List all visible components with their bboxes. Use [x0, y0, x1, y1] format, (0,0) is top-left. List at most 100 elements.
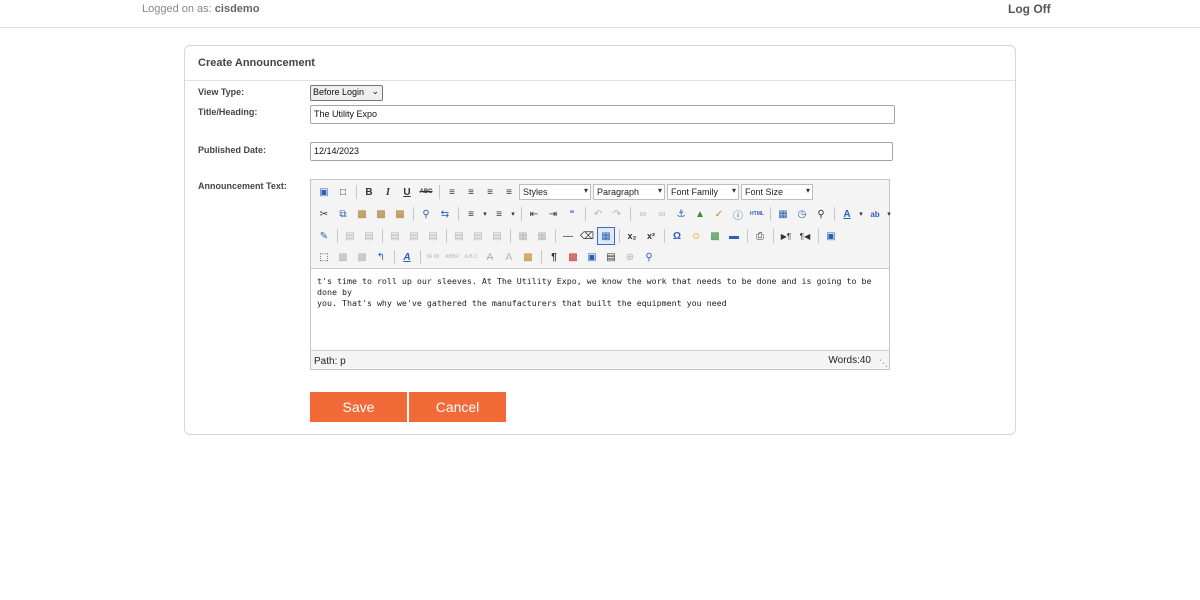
- insert-text-icon[interactable]: A: [500, 248, 518, 266]
- absolute-position-icon[interactable]: ↰: [372, 248, 390, 266]
- spellcheck-icon[interactable]: ⊕: [621, 248, 639, 266]
- chevron-down-icon[interactable]: ▾: [481, 205, 489, 223]
- superscript-icon[interactable]: x²: [642, 227, 660, 245]
- print-icon[interactable]: ⎙: [751, 227, 769, 245]
- save-icon[interactable]: ▣: [315, 183, 333, 201]
- emoticon-icon[interactable]: ☺: [687, 227, 705, 245]
- template-icon[interactable]: ▣: [583, 248, 601, 266]
- paste-icon[interactable]: ▩: [353, 205, 371, 223]
- split-cells-icon[interactable]: ▦: [514, 227, 532, 245]
- remove-format-icon[interactable]: ⌫: [578, 227, 596, 245]
- delete-text-icon[interactable]: A: [481, 248, 499, 266]
- cancel-button[interactable]: Cancel: [409, 392, 506, 422]
- subscript-icon[interactable]: x₂: [623, 227, 641, 245]
- undo-icon[interactable]: ↶: [589, 205, 607, 223]
- table-row-props-icon[interactable]: ▤: [341, 227, 359, 245]
- ltr-icon[interactable]: ▶¶: [777, 227, 795, 245]
- find-icon[interactable]: ⚲: [417, 205, 435, 223]
- bullet-list-icon[interactable]: ≡: [462, 205, 480, 223]
- new-document-icon[interactable]: □: [334, 183, 352, 201]
- insert-col-before-icon[interactable]: ▤: [450, 227, 468, 245]
- save-button[interactable]: Save: [310, 392, 407, 422]
- align-justify-icon[interactable]: ≡: [500, 183, 518, 201]
- title-heading-input[interactable]: The Utility Expo: [310, 105, 895, 124]
- align-left-icon[interactable]: ≡: [443, 183, 461, 201]
- link-icon[interactable]: ∞: [634, 205, 652, 223]
- fullscreen-icon[interactable]: ▣: [822, 227, 840, 245]
- chevron-down-icon[interactable]: ▾: [885, 205, 893, 223]
- top-bar: Logged on as: cisdemo Log Off: [0, 0, 1200, 28]
- anchor-icon[interactable]: ⚓: [672, 205, 690, 223]
- visual-aid-icon[interactable]: ▦: [597, 227, 615, 245]
- resize-grip-icon[interactable]: ⋱: [879, 358, 888, 369]
- advanced-hr-icon[interactable]: ▬: [725, 227, 743, 245]
- cleanup-icon[interactable]: ✓: [710, 205, 728, 223]
- styles-dropdown[interactable]: Styles ▾: [519, 184, 591, 200]
- chevron-down-icon[interactable]: ▾: [509, 205, 517, 223]
- italic-icon[interactable]: I: [379, 183, 397, 201]
- numbered-list-icon[interactable]: ≡: [490, 205, 508, 223]
- insert-layer-icon[interactable]: ⬚: [315, 248, 333, 266]
- paste-word-icon[interactable]: ▩: [391, 205, 409, 223]
- zoom-icon[interactable]: ⚲: [640, 248, 658, 266]
- toolbar-separator: [619, 229, 620, 243]
- move-forward-icon[interactable]: ▩: [334, 248, 352, 266]
- copy-icon[interactable]: ⧉: [334, 205, 352, 223]
- view-type-select[interactable]: Before Login ⌄: [310, 85, 383, 101]
- horizontal-rule-icon[interactable]: —: [559, 227, 577, 245]
- paste-text-icon[interactable]: ▩: [372, 205, 390, 223]
- help-icon[interactable]: ⓘ: [729, 205, 747, 223]
- font-family-dropdown[interactable]: Font Family ▾: [667, 184, 739, 200]
- insert-table-icon[interactable]: ▦: [774, 205, 792, 223]
- abbreviation-icon[interactable]: ABBR: [443, 248, 461, 266]
- visual-chars-icon[interactable]: ▩: [564, 248, 582, 266]
- unlink-icon[interactable]: ∞: [653, 205, 671, 223]
- move-backward-icon[interactable]: ▩: [353, 248, 371, 266]
- insert-row-after-icon[interactable]: ▤: [405, 227, 423, 245]
- page-break-icon[interactable]: ▤: [602, 248, 620, 266]
- toolbar-separator: [630, 207, 631, 221]
- rtl-icon[interactable]: ¶◀: [796, 227, 814, 245]
- cite-icon[interactable]: 66 99: [424, 248, 442, 266]
- editor-content-area[interactable]: t's time to roll up our sleeves. At The …: [311, 268, 889, 351]
- element-path: Path: p: [314, 356, 346, 367]
- delete-col-icon[interactable]: ▤: [488, 227, 506, 245]
- blockquote-icon[interactable]: “: [563, 205, 581, 223]
- outdent-icon[interactable]: ⇤: [525, 205, 543, 223]
- font-size-dropdown[interactable]: Font Size ▾: [741, 184, 813, 200]
- toolbar-separator: [458, 207, 459, 221]
- preview-icon[interactable]: ⚲: [812, 205, 830, 223]
- acronym-icon[interactable]: A.B.C: [462, 248, 480, 266]
- underline-icon[interactable]: U: [398, 183, 416, 201]
- paragraph-dropdown[interactable]: Paragraph ▾: [593, 184, 665, 200]
- style-props-icon[interactable]: A: [398, 248, 416, 266]
- align-center-icon[interactable]: ≡: [462, 183, 480, 201]
- media-icon[interactable]: ▩: [706, 227, 724, 245]
- log-off-link[interactable]: Log Off: [1008, 2, 1051, 16]
- edit-icon[interactable]: ✎: [315, 227, 333, 245]
- attributes-icon[interactable]: ▩: [519, 248, 537, 266]
- chevron-down-icon[interactable]: ▾: [857, 205, 865, 223]
- special-char-icon[interactable]: Ω: [668, 227, 686, 245]
- insert-time-icon[interactable]: ◷: [793, 205, 811, 223]
- cut-icon[interactable]: ✂: [315, 205, 333, 223]
- insert-row-before-icon[interactable]: ▤: [386, 227, 404, 245]
- text-color-icon[interactable]: A: [838, 205, 856, 223]
- published-date-input[interactable]: 12/14/2023: [310, 142, 893, 161]
- toolbar-separator: [439, 185, 440, 199]
- merge-cells-icon[interactable]: ▦: [533, 227, 551, 245]
- replace-icon[interactable]: ⇆: [436, 205, 454, 223]
- table-cell-props-icon[interactable]: ▤: [360, 227, 378, 245]
- indent-icon[interactable]: ⇥: [544, 205, 562, 223]
- image-icon[interactable]: ▲: [691, 205, 709, 223]
- insert-col-after-icon[interactable]: ▤: [469, 227, 487, 245]
- strikethrough-icon[interactable]: ABC: [417, 183, 435, 201]
- redo-icon[interactable]: ↷: [608, 205, 626, 223]
- show-blocks-icon[interactable]: ¶: [545, 248, 563, 266]
- bold-icon[interactable]: B: [360, 183, 378, 201]
- highlight-color-icon[interactable]: ab: [866, 205, 884, 223]
- align-right-icon[interactable]: ≡: [481, 183, 499, 201]
- html-source-icon[interactable]: HTML: [748, 205, 766, 223]
- delete-row-icon[interactable]: ▤: [424, 227, 442, 245]
- content-line: you. That's why we've gathered the manuf…: [317, 298, 727, 308]
